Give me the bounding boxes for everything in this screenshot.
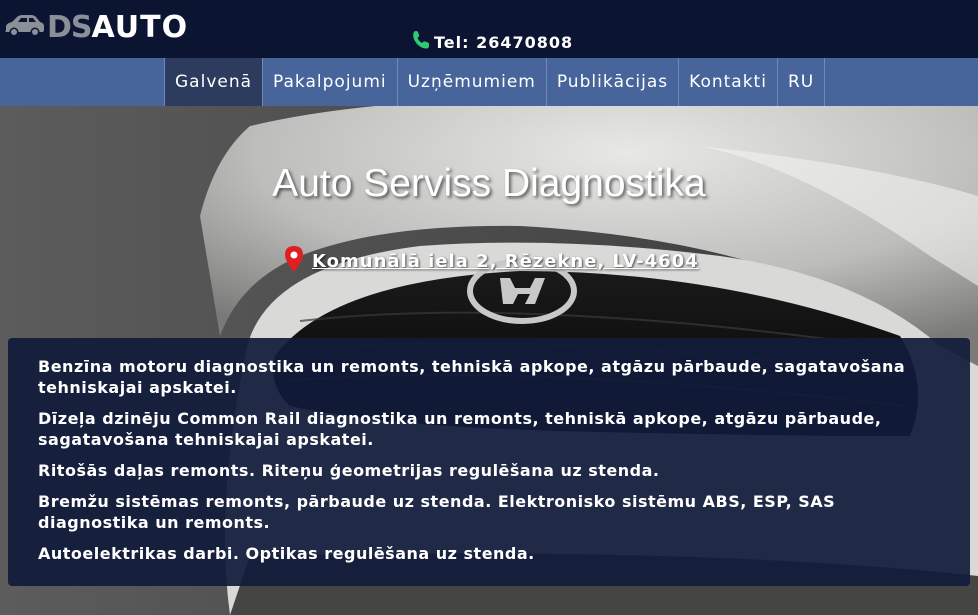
service-item: Bremžu sistēmas remonts, pārbaude uz ste… (38, 492, 836, 532)
address-link[interactable]: Komunālā iela 2, Rēzekne, LV-4604 (312, 251, 699, 272)
phone-icon (412, 30, 430, 54)
car-icon (3, 14, 45, 40)
service-item: Dīzeļa dzinēju Common Rail diagnostika u… (38, 409, 882, 449)
address[interactable]: Komunālā iela 2, Rēzekne, LV-4604 (284, 246, 699, 276)
nav-item-uznemumiem[interactable]: Uzņēmumiem (396, 58, 546, 106)
services-panel: Benzīna motoru diagnostika un remonts, t… (8, 338, 970, 586)
header: DS AUTO Tel: 26470808 (0, 0, 978, 58)
service-item: Autoelektrikas darbi. Optikas regulēšana… (38, 544, 535, 563)
logo[interactable]: DS AUTO (3, 9, 189, 45)
nav-item-pakalpojumi[interactable]: Pakalpojumi (262, 58, 397, 106)
main-navigation: Galvenā Pakalpojumi Uzņēmumiem Publikāci… (0, 58, 978, 106)
logo-auto-text: AUTO (91, 9, 189, 45)
nav-menu: Galvenā Pakalpojumi Uzņēmumiem Publikāci… (164, 58, 826, 106)
service-item: Benzīna motoru diagnostika un remonts, t… (38, 357, 906, 397)
nav-item-kontakti[interactable]: Kontakti (678, 58, 777, 106)
phone-number: Tel: 26470808 (434, 32, 574, 52)
phone-contact[interactable]: Tel: 26470808 (412, 30, 573, 54)
logo-ds-text: DS (47, 9, 93, 45)
location-pin-icon (284, 246, 304, 276)
nav-item-ru[interactable]: RU (776, 58, 826, 106)
nav-item-galvena[interactable]: Galvenā (164, 58, 263, 106)
nav-item-publikacijas[interactable]: Publikācijas (545, 58, 678, 106)
page-title: Auto Serviss Diagnostika (272, 162, 706, 205)
service-item: Ritošās daļas remonts. Riteņu ģeometrija… (38, 461, 660, 480)
